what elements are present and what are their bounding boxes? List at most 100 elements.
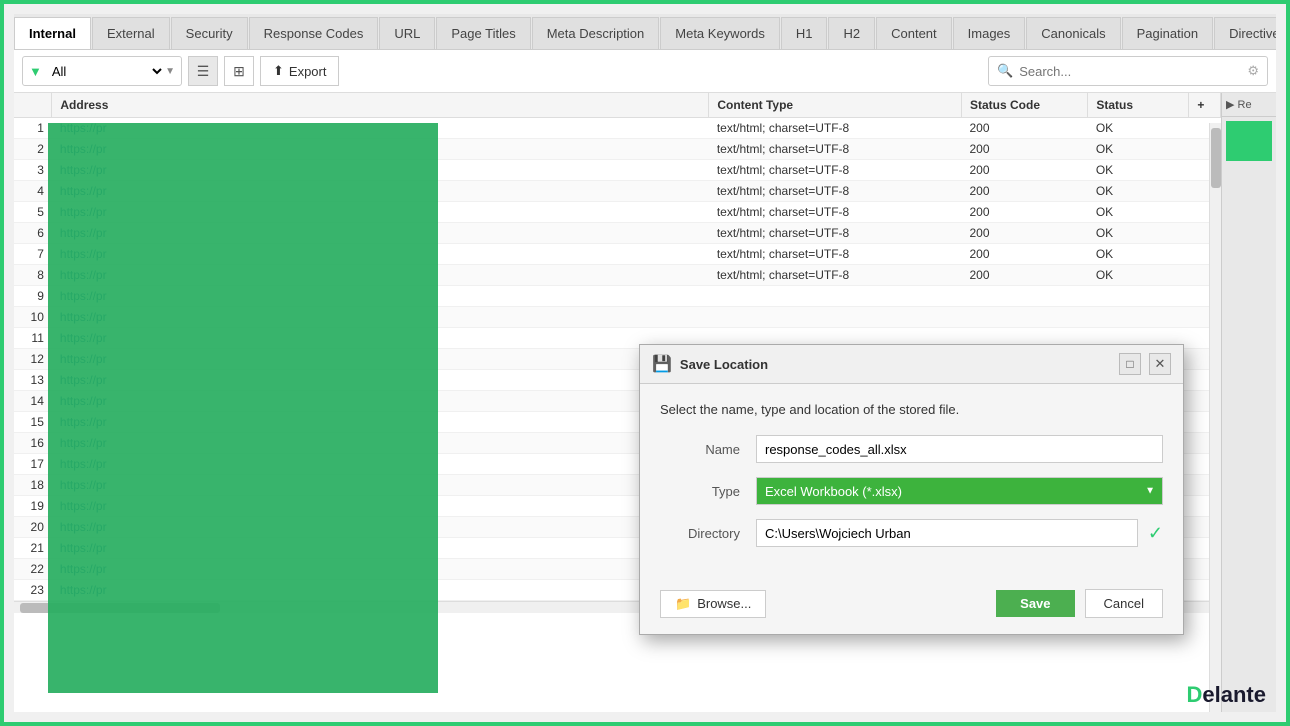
modal-type-select-wrapper: Excel Workbook (*.xlsx) CSV (*.csv) Tab …: [756, 477, 1163, 505]
modal-directory-field: Directory ✓: [660, 519, 1163, 547]
modal-title-text: Save Location: [680, 357, 1111, 372]
toolbar: ▼ All ▼ ☰ ⊞ ⬆ Export 🔍 ⚙: [14, 50, 1276, 93]
tab-canonicals[interactable]: Canonicals: [1026, 17, 1120, 49]
modal-type-label: Type: [660, 484, 740, 499]
branding: Delante: [1187, 682, 1266, 708]
cell-status-code: 200: [961, 139, 1087, 160]
tab-directive[interactable]: Directive: [1214, 17, 1276, 49]
cell-status-code: 200: [961, 244, 1087, 265]
col-address-header[interactable]: Address: [52, 93, 709, 118]
cell-content-type: text/html; charset=UTF-8: [709, 202, 962, 223]
cell-num: 10: [14, 307, 52, 328]
tab-pagination[interactable]: Pagination: [1122, 17, 1213, 49]
cell-content-type: text/html; charset=UTF-8: [709, 160, 962, 181]
cell-num: 7: [14, 244, 52, 265]
cell-num: 20: [14, 517, 52, 538]
cell-num: 17: [14, 454, 52, 475]
tab-external[interactable]: External: [92, 17, 170, 49]
cell-status-code: 200: [961, 160, 1087, 181]
cell-content-type: text/html; charset=UTF-8: [709, 265, 962, 286]
cell-status-code: 200: [961, 202, 1087, 223]
modal-title-icon: 💾: [652, 354, 672, 374]
tab-bar: Internal External Security Response Code…: [14, 14, 1276, 50]
cell-status-code: 200: [961, 118, 1087, 139]
cell-num: 2: [14, 139, 52, 160]
cell-num: 5: [14, 202, 52, 223]
cell-num: 13: [14, 370, 52, 391]
cancel-button[interactable]: Cancel: [1085, 589, 1163, 618]
modal-type-field: Type Excel Workbook (*.xlsx) CSV (*.csv)…: [660, 477, 1163, 505]
cell-num: 15: [14, 412, 52, 433]
cell-content-type: text/html; charset=UTF-8: [709, 181, 962, 202]
cell-status-code: 200: [961, 181, 1087, 202]
modal-footer: 📁 Browse... Save Cancel: [640, 579, 1183, 634]
branding-initial: D: [1187, 682, 1203, 707]
tab-page-titles[interactable]: Page Titles: [436, 17, 530, 49]
col-add-header[interactable]: +: [1189, 93, 1221, 118]
search-options-icon[interactable]: ⚙: [1247, 63, 1259, 79]
cell-status: OK: [1088, 202, 1189, 223]
modal-description: Select the name, type and location of th…: [660, 402, 1163, 417]
export-label: Export: [289, 64, 327, 79]
cell-status: OK: [1088, 160, 1189, 181]
search-container[interactable]: 🔍 ⚙: [988, 56, 1268, 86]
filter-select[interactable]: All: [48, 63, 165, 80]
col-status-code-header[interactable]: Status Code: [961, 93, 1087, 118]
tab-internal[interactable]: Internal: [14, 17, 91, 49]
cell-status: OK: [1088, 118, 1189, 139]
tab-h1[interactable]: H1: [781, 17, 828, 49]
list-view-button[interactable]: ☰: [188, 56, 218, 86]
tab-meta-description[interactable]: Meta Description: [532, 17, 660, 49]
modal-close-button[interactable]: ✕: [1149, 353, 1171, 375]
cell-content-type: [709, 286, 962, 307]
col-content-type-header[interactable]: Content Type: [709, 93, 962, 118]
modal-maximize-button[interactable]: □: [1119, 353, 1141, 375]
cell-status: [1088, 286, 1189, 307]
export-button[interactable]: ⬆ Export: [260, 56, 339, 86]
browse-label: Browse...: [697, 596, 751, 611]
tab-content[interactable]: Content: [876, 17, 952, 49]
cell-num: 11: [14, 328, 52, 349]
cell-num: 16: [14, 433, 52, 454]
cell-status: [1088, 307, 1189, 328]
tab-url[interactable]: URL: [379, 17, 435, 49]
cell-num: 4: [14, 181, 52, 202]
right-panel-green-bar: [1226, 121, 1272, 161]
v-scrollbar-thumb[interactable]: [1211, 128, 1221, 188]
right-panel-header[interactable]: ▶ Re: [1222, 93, 1276, 117]
tab-security[interactable]: Security: [171, 17, 248, 49]
cell-content-type: text/html; charset=UTF-8: [709, 244, 962, 265]
search-icon: 🔍: [997, 63, 1013, 79]
modal-type-select[interactable]: Excel Workbook (*.xlsx) CSV (*.csv) Tab …: [756, 477, 1163, 505]
filter-icon: ▼: [29, 64, 42, 79]
cell-status-code: [961, 286, 1087, 307]
browse-button[interactable]: 📁 Browse...: [660, 590, 766, 618]
tab-images[interactable]: Images: [953, 17, 1026, 49]
export-icon: ⬆: [273, 63, 284, 79]
modal-name-label: Name: [660, 442, 740, 457]
cell-status: OK: [1088, 244, 1189, 265]
cell-content-type: text/html; charset=UTF-8: [709, 118, 962, 139]
modal-directory-label: Directory: [660, 526, 740, 541]
save-location-dialog: 💾 Save Location □ ✕ Select the name, typ…: [639, 344, 1184, 635]
modal-name-field: Name: [660, 435, 1163, 463]
col-status-header[interactable]: Status: [1088, 93, 1189, 118]
tab-response-codes[interactable]: Response Codes: [249, 17, 379, 49]
modal-directory-input[interactable]: [756, 519, 1138, 547]
cell-num: 1: [14, 118, 52, 139]
save-button[interactable]: Save: [996, 590, 1074, 617]
cell-num: 22: [14, 559, 52, 580]
search-input[interactable]: [1019, 64, 1247, 79]
cell-num: 19: [14, 496, 52, 517]
cell-num: 8: [14, 265, 52, 286]
tree-view-button[interactable]: ⊞: [224, 56, 254, 86]
cell-status: OK: [1088, 139, 1189, 160]
cell-status-code: [961, 307, 1087, 328]
cell-status-code: 200: [961, 265, 1087, 286]
modal-name-input[interactable]: [756, 435, 1163, 463]
tab-h2[interactable]: H2: [828, 17, 875, 49]
vertical-scrollbar[interactable]: [1209, 123, 1221, 712]
modal-body: Select the name, type and location of th…: [640, 384, 1183, 579]
filter-container[interactable]: ▼ All ▼: [22, 56, 182, 86]
tab-meta-keywords[interactable]: Meta Keywords: [660, 17, 780, 49]
